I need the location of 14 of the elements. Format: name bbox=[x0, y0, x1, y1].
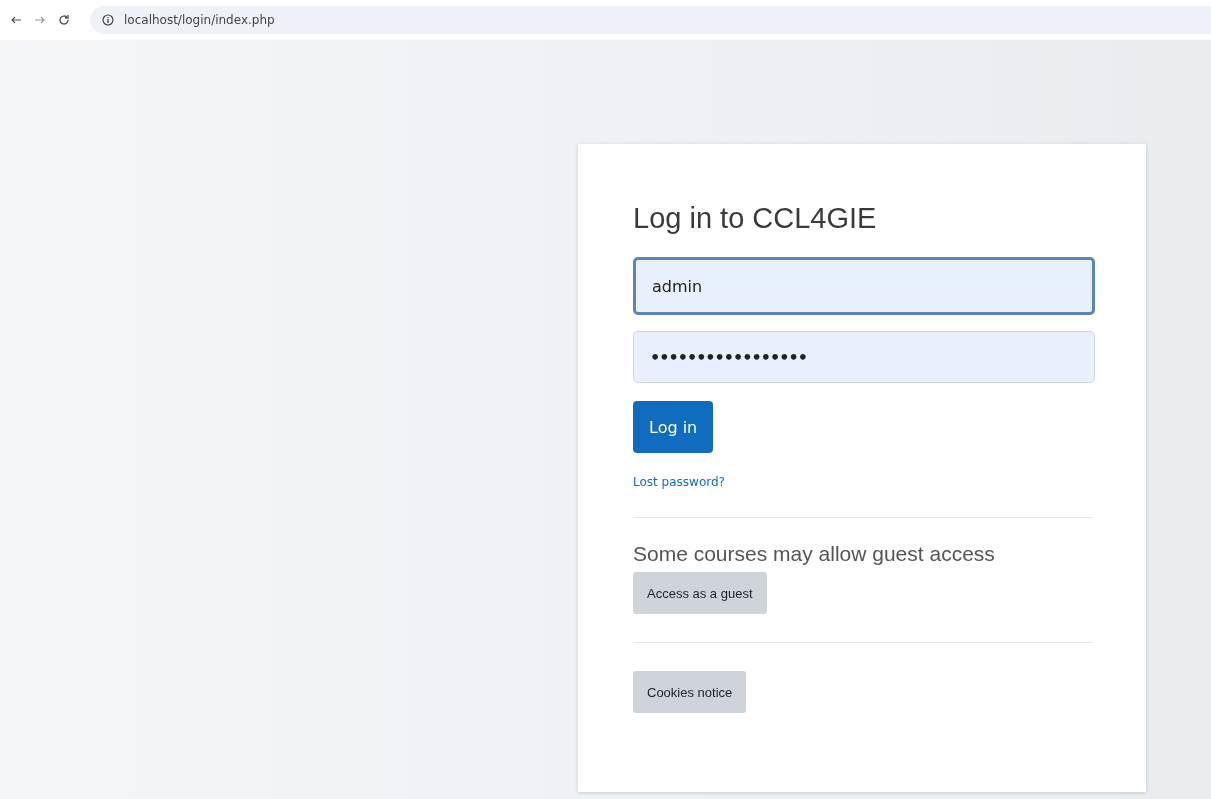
reload-icon[interactable] bbox=[58, 14, 70, 26]
username-field[interactable]: admin bbox=[633, 257, 1095, 315]
login-button[interactable]: Log in bbox=[633, 401, 714, 453]
url-text: localhost/login/index.php bbox=[124, 13, 275, 27]
login-title: Log in to CCL4GIE bbox=[633, 202, 877, 235]
address-bar[interactable]: localhost/login/index.php bbox=[90, 6, 1211, 34]
guest-access-button[interactable]: Access as a guest bbox=[633, 572, 767, 614]
password-field[interactable]: ••••••••••••••••• bbox=[633, 331, 1095, 383]
forward-arrow-icon[interactable] bbox=[34, 14, 46, 26]
cookies-notice-button[interactable]: Cookies notice bbox=[633, 671, 747, 713]
back-arrow-icon[interactable] bbox=[10, 14, 22, 26]
guest-access-heading: Some courses may allow guest access bbox=[633, 542, 995, 566]
info-icon[interactable] bbox=[102, 14, 114, 26]
lost-password-link[interactable]: Lost password? bbox=[633, 475, 725, 489]
